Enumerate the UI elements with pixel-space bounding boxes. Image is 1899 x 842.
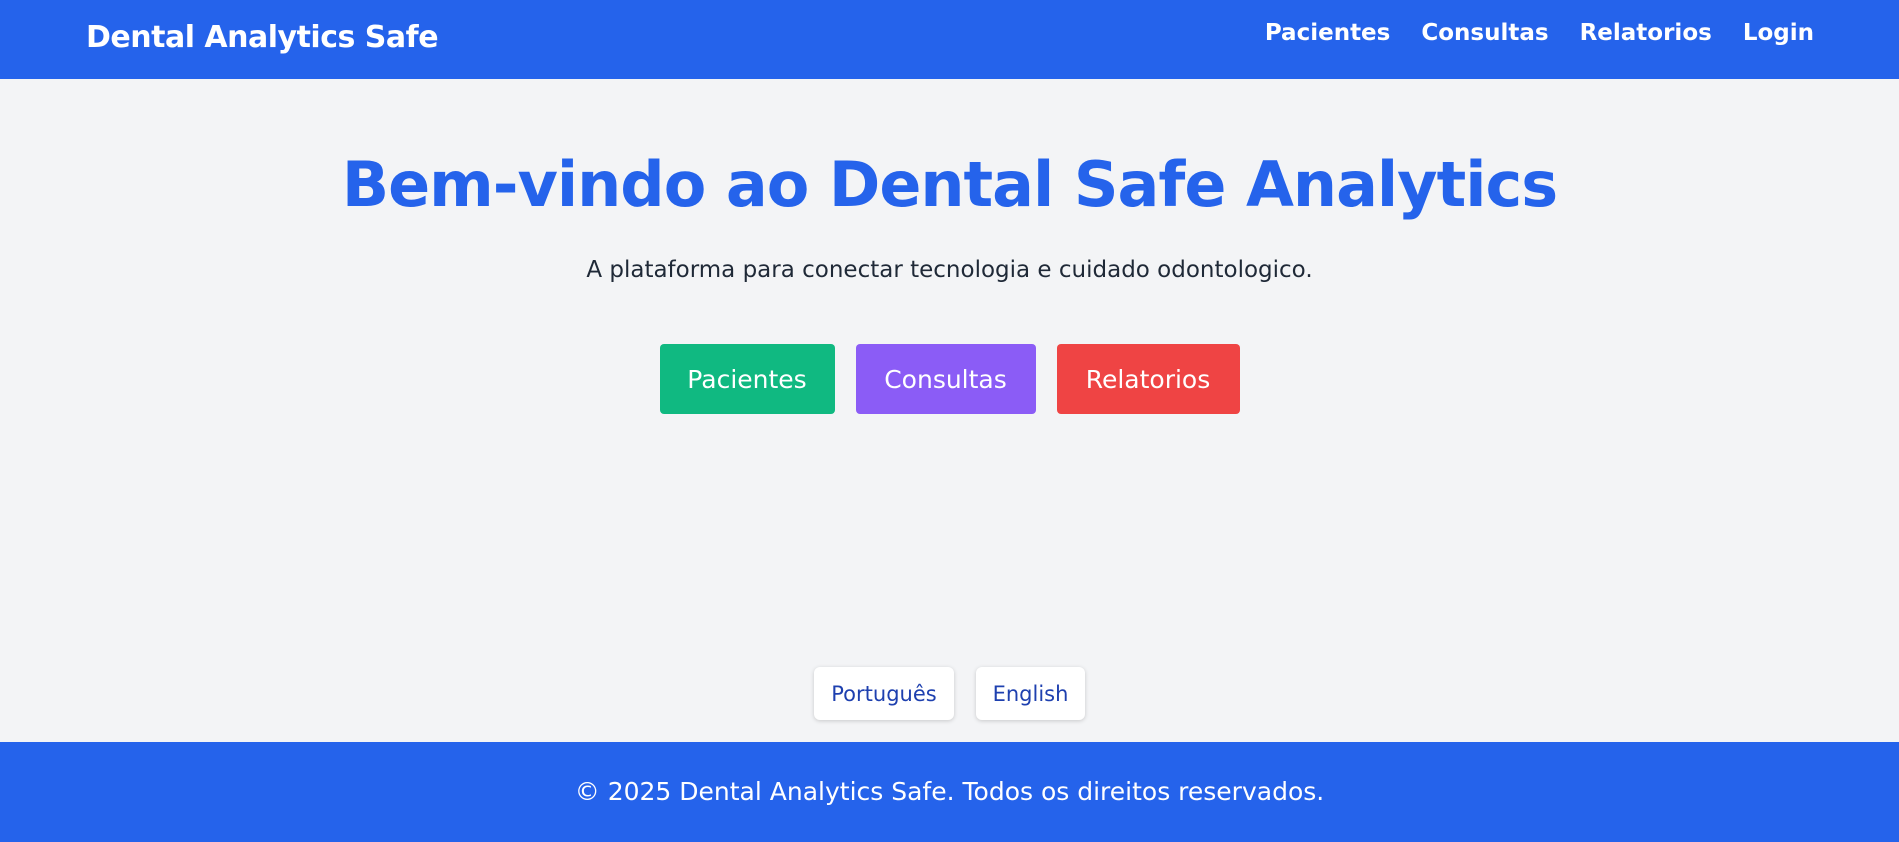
pacientes-button[interactable]: Pacientes <box>659 344 835 414</box>
nav-link-consultas[interactable]: Consultas <box>1421 20 1548 46</box>
brand-logo[interactable]: Dental Analytics Safe <box>86 20 439 55</box>
footer-copyright: © 2025 Dental Analytics Safe. Todos os d… <box>574 777 1325 806</box>
footer: © 2025 Dental Analytics Safe. Todos os d… <box>0 742 1899 842</box>
page: Dental Analytics Safe Pacientes Consulta… <box>0 0 1899 842</box>
language-switcher: Português English <box>0 667 1899 720</box>
hero-subtitle: A plataforma para conectar tecnologia e … <box>586 257 1313 283</box>
nav-links: Pacientes Consultas Relatorios Login <box>1265 20 1814 46</box>
nav-link-relatorios[interactable]: Relatorios <box>1580 20 1712 46</box>
relatorios-button[interactable]: Relatorios <box>1056 344 1240 414</box>
language-portuguese-button[interactable]: Português <box>814 667 954 720</box>
navbar: Dental Analytics Safe Pacientes Consulta… <box>0 0 1899 79</box>
language-english-button[interactable]: English <box>976 667 1085 720</box>
hero-title: Bem-vindo ao Dental Safe Analytics <box>341 148 1558 221</box>
consultas-button[interactable]: Consultas <box>855 344 1036 414</box>
nav-link-login[interactable]: Login <box>1743 20 1814 46</box>
nav-link-pacientes[interactable]: Pacientes <box>1265 20 1391 46</box>
hero-actions: Pacientes Consultas Relatorios <box>0 344 1899 414</box>
